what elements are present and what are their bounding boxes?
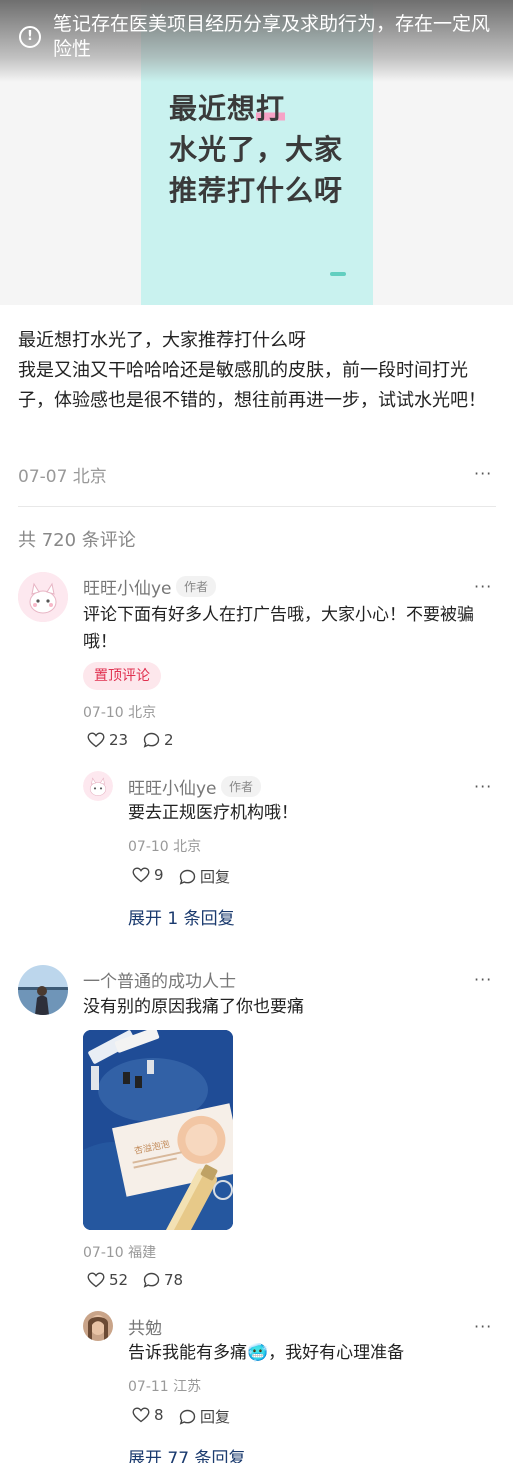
post-description: 我是又油又干哈哈哈还是敏感肌的皮肤，前一段时间打光子，体验感也是很不错的，想往前… [18,360,486,411]
reply-text: 要去正规医疗机构哦！ [128,803,298,823]
cover-title-line3: 推荐打什么呀 [169,174,344,207]
comment-bubble-icon [179,869,196,885]
comment-bubble-icon [143,732,160,748]
comment-count: 共 720 条评论 [18,530,136,551]
divider [18,506,496,507]
reply-username[interactable]: 共勉 [128,1314,162,1339]
comment-more-button[interactable]: ··· [474,970,492,989]
post-title: 最近想打水光了，大家推荐打什么呀 [18,330,306,351]
comment-photo[interactable]: 杏溢泡泡 [83,1030,233,1230]
comment-text: 没有别的原因我痛了你也要痛 [83,997,304,1017]
reply-text: 告诉我能有多痛🥶，我好有心理准备 [128,1343,405,1363]
reply-label: 回复 [200,1408,231,1426]
avatar[interactable] [18,965,68,1015]
reply-more-button[interactable]: ··· [474,1317,492,1336]
reply-button[interactable]: 回复 [179,866,230,887]
reply-count: 2 [164,731,174,749]
heart-icon [132,867,150,883]
expand-replies-link[interactable]: 展开 1 条回复 [128,904,235,929]
like-count: 23 [109,731,129,749]
exclamation-circle-icon: ! [19,26,41,48]
risk-warning-text: 笔记存在医美项目经历分享及求助行为，存在一定风险性 [53,13,491,60]
comment-bubble-icon [143,1272,160,1288]
comment-date-location: 07-10 福建 [83,1245,157,1261]
cover-title-highlight: 打 [256,92,286,125]
comment-bubble-icon [179,1409,196,1425]
reply-count: 78 [164,1271,184,1289]
reply-username[interactable]: 旺旺小仙ye [128,774,217,799]
avatar[interactable] [83,771,113,801]
like-count: 9 [154,866,164,884]
avatar[interactable] [18,572,68,622]
reply-label: 回复 [200,868,231,886]
like-button[interactable]: 8 [132,1406,164,1424]
author-badge: 作者 [221,776,262,797]
like-count: 8 [154,1406,164,1424]
cover-title: 最近想打 水光了，大家 推荐打什么呀 [169,88,359,211]
comment-username[interactable]: 旺旺小仙ye [83,574,172,599]
reply-button[interactable]: 回复 [179,1406,230,1427]
pinned-comment-badge: 置顶评论 [83,662,161,690]
reply-date-location: 07-11 江苏 [128,1379,202,1395]
comment-text: 评论下面有好多人在打广告哦，大家小心！不要被骗哦！ [83,605,474,652]
reply-more-button[interactable]: ··· [474,777,492,796]
cover-title-line2: 水光了，大家 [169,133,344,166]
risk-warning-banner: ! 笔记存在医美项目经历分享及求助行为，存在一定风险性 [0,0,513,82]
comment-more-button[interactable]: ··· [474,577,492,596]
comment-date-location: 07-10 北京 [83,705,157,721]
post-image-area[interactable]: 最近想打 水光了，大家 推荐打什么呀 ! 笔记存在医美项目经历分享及求助行为，存… [0,0,513,305]
heart-icon [132,1407,150,1423]
image-indicator [330,272,346,276]
like-button[interactable]: 23 [87,731,128,749]
post-content: 最近想打水光了，大家推荐打什么呀 我是又油又干哈哈哈还是敏感肌的皮肤，前一段时间… [18,326,498,416]
comment-username[interactable]: 一个普通的成功人士 [83,967,236,992]
heart-icon [87,1272,105,1288]
author-badge: 作者 [176,576,217,597]
expand-replies-link[interactable]: 展开 77 条回复 [128,1444,245,1463]
heart-icon [87,732,105,748]
reply-button[interactable]: 2 [143,731,174,749]
avatar[interactable] [83,1311,113,1341]
cover-title-line1: 最近想 [169,92,257,125]
like-button[interactable]: 9 [132,866,164,884]
reply-date-location: 07-10 北京 [128,839,202,855]
like-button[interactable]: 52 [87,1271,128,1289]
post-date-location: 07-07 北京 [18,467,107,487]
like-count: 52 [109,1271,129,1289]
reply-button[interactable]: 78 [143,1271,183,1289]
post-more-button[interactable]: ··· [474,464,492,483]
